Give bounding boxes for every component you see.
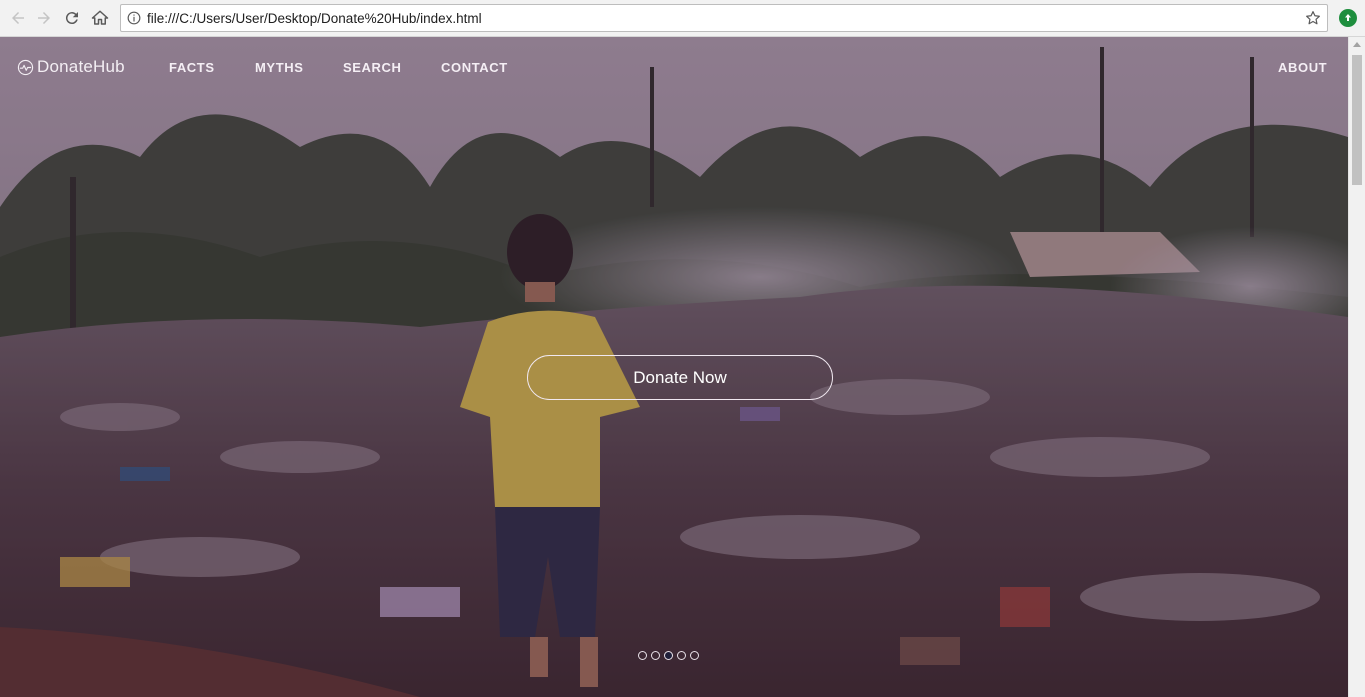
forward-button[interactable]: [32, 6, 56, 30]
donate-now-button[interactable]: Donate Now: [527, 355, 833, 400]
star-icon[interactable]: [1305, 10, 1321, 26]
brand-logo[interactable]: DonateHub: [17, 57, 125, 77]
forward-icon: [38, 12, 50, 24]
browser-toolbar: file:///C:/Users/User/Desktop/Donate%20H…: [0, 0, 1365, 37]
address-bar[interactable]: file:///C:/Users/User/Desktop/Donate%20H…: [120, 4, 1328, 32]
home-button[interactable]: [88, 6, 112, 30]
page-viewport: DonateHub FACTS MYTHS SEARCH CONTACT ABO…: [0, 37, 1348, 697]
nav-link-contact[interactable]: CONTACT: [441, 60, 508, 75]
back-button[interactable]: [6, 6, 30, 30]
nav-link-about[interactable]: ABOUT: [1278, 60, 1327, 75]
nav-link-search[interactable]: SEARCH: [343, 60, 402, 75]
reload-button[interactable]: [60, 6, 84, 30]
nav-link-myths[interactable]: MYTHS: [255, 60, 304, 75]
scroll-up-arrow-icon[interactable]: [1353, 42, 1361, 47]
brand-name[interactable]: DonateHub: [37, 57, 125, 77]
carousel-dot-1[interactable]: [638, 651, 647, 660]
carousel-dot-5[interactable]: [690, 651, 699, 660]
home-icon: [91, 10, 109, 25]
carousel-dot-2[interactable]: [651, 651, 660, 660]
reload-icon: [65, 12, 78, 25]
url-text[interactable]: file:///C:/Users/User/Desktop/Donate%20H…: [147, 11, 482, 26]
extension-icon[interactable]: [1339, 9, 1357, 27]
back-icon: [12, 12, 24, 24]
info-icon[interactable]: [127, 11, 141, 25]
carousel-dot-4[interactable]: [677, 651, 686, 660]
scroll-thumb[interactable]: [1352, 55, 1362, 185]
carousel-dot-3[interactable]: [664, 651, 673, 660]
nav-link-facts[interactable]: FACTS: [169, 60, 215, 75]
carousel-indicators: [638, 651, 699, 660]
site-navbar: DonateHub FACTS MYTHS SEARCH CONTACT ABO…: [0, 37, 1348, 97]
heartbeat-circle-icon: [17, 59, 34, 75]
page-scrollbar[interactable]: [1348, 37, 1365, 697]
